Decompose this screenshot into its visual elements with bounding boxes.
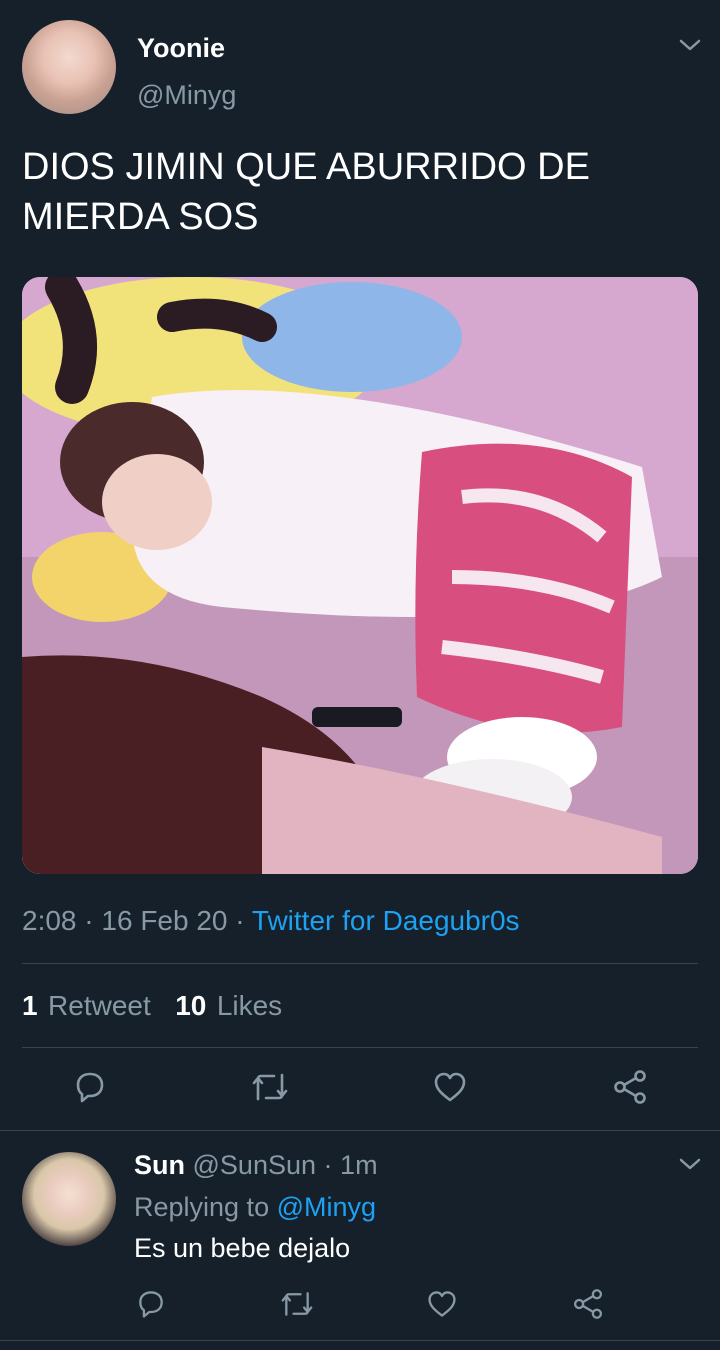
reply-icon[interactable] bbox=[135, 1288, 167, 1320]
tweet-meta: 2:08 · 16 Feb 20 · Twitter for Daegubr0s bbox=[22, 905, 520, 937]
reply-author-name[interactable]: Sun bbox=[134, 1150, 185, 1180]
divider bbox=[22, 963, 698, 964]
share-icon[interactable] bbox=[572, 1288, 604, 1320]
meta-separator: · bbox=[235, 905, 245, 936]
tweet-date: 16 Feb 20 bbox=[101, 905, 228, 936]
retweet-icon[interactable] bbox=[250, 1069, 290, 1105]
reply-text: Es un bebe dejalo bbox=[134, 1233, 351, 1263]
like-label[interactable]: Likes bbox=[217, 990, 282, 1021]
meta-separator: · bbox=[84, 905, 94, 936]
chevron-down-icon[interactable] bbox=[678, 1155, 702, 1173]
retweet-label[interactable]: Retweet bbox=[48, 990, 151, 1021]
retweet-icon[interactable] bbox=[279, 1288, 315, 1320]
section-divider bbox=[0, 1130, 720, 1131]
author-handle[interactable]: @Minyg bbox=[137, 80, 236, 111]
replying-to-handle[interactable]: @Minyg bbox=[277, 1192, 376, 1222]
tweet-text: DIOS JIMIN QUE ABURRIDO DE MIERDA SOS bbox=[22, 146, 590, 238]
author-name[interactable]: Yoonie bbox=[137, 33, 225, 64]
like-count[interactable]: 10 bbox=[175, 990, 206, 1021]
replying-to-label: Replying to bbox=[134, 1192, 270, 1222]
tweet-photo[interactable] bbox=[22, 277, 698, 874]
reply-author-handle[interactable]: @SunSun bbox=[193, 1150, 317, 1180]
like-icon[interactable] bbox=[426, 1288, 458, 1320]
reply-header: Sun @SunSun · 1m bbox=[134, 1150, 378, 1181]
retweet-count[interactable]: 1 bbox=[22, 990, 38, 1021]
reply-icon[interactable] bbox=[72, 1069, 108, 1105]
tweet-time: 2:08 bbox=[22, 905, 77, 936]
reply-author-avatar[interactable] bbox=[22, 1152, 116, 1246]
engagement-counts: 1 Retweet 10 Likes bbox=[22, 990, 282, 1022]
author-avatar[interactable] bbox=[22, 20, 116, 114]
section-divider bbox=[0, 1340, 720, 1341]
replying-to: Replying to @Minyg bbox=[134, 1192, 376, 1223]
divider bbox=[22, 1047, 698, 1048]
tweet-source-link[interactable]: Twitter for Daegubr0s bbox=[252, 905, 520, 936]
reply-separator: · bbox=[323, 1150, 333, 1180]
chevron-down-icon[interactable] bbox=[678, 36, 702, 54]
share-icon[interactable] bbox=[612, 1069, 648, 1105]
reply-time: 1m bbox=[340, 1150, 378, 1180]
like-icon[interactable] bbox=[432, 1069, 468, 1105]
